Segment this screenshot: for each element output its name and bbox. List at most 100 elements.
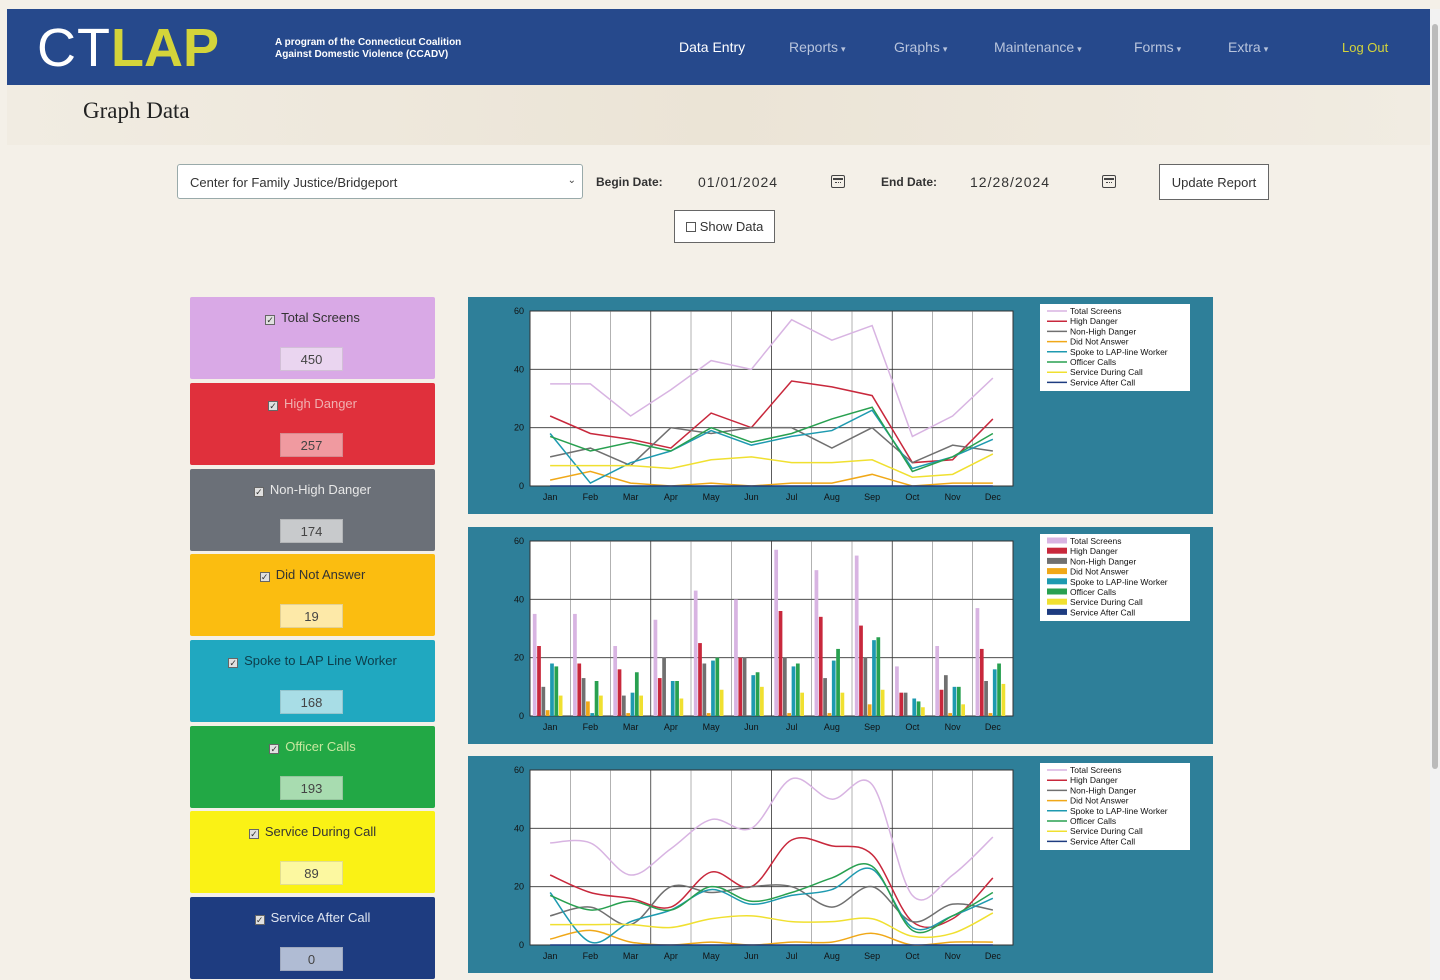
nav-reports[interactable]: Reports ▾ — [789, 39, 846, 55]
bar — [840, 692, 845, 716]
series-card-value: 89 — [280, 861, 343, 885]
series-card-label: Service During Call — [264, 824, 377, 839]
x-tick-label: Jun — [744, 722, 759, 732]
series-checkbox[interactable]: ✓ — [268, 401, 278, 411]
bar — [693, 590, 698, 716]
series-card-label: Total Screens — [281, 310, 360, 325]
bar — [613, 646, 618, 716]
show-data-checkbox[interactable] — [685, 221, 696, 232]
nav-graphs[interactable]: Graphs ▾ — [894, 39, 947, 55]
bar — [916, 701, 921, 716]
nav-extra[interactable]: Extra ▾ — [1228, 39, 1268, 55]
ctlap-logo[interactable]: CT LAP — [37, 21, 219, 75]
legend-label: Spoke to LAP-line Worker — [1070, 806, 1168, 816]
series-checkbox[interactable]: ✓ — [228, 658, 239, 668]
nav-data-entry[interactable]: Data Entry — [679, 39, 745, 55]
calendar-icon[interactable] — [831, 175, 845, 188]
legend-swatch — [1047, 537, 1067, 544]
x-tick-label: Oct — [905, 722, 920, 732]
bar — [831, 660, 836, 716]
bar — [921, 707, 925, 716]
series-card-title[interactable]: ✓ Did Not Answer — [190, 567, 435, 582]
series-checkbox[interactable]: ✓ — [265, 315, 276, 325]
legend-swatch — [1047, 588, 1067, 595]
y-tick-label: 40 — [514, 823, 524, 833]
series-card-label: Spoke to LAP Line Worker — [244, 653, 397, 668]
series-card-title[interactable]: ✓ Service During Call — [190, 824, 435, 839]
bar — [621, 695, 626, 716]
legend-swatch — [1047, 547, 1067, 554]
logo-tagline: A program of the Connecticut Coalition A… — [275, 37, 475, 61]
x-tick-label: Apr — [664, 951, 678, 961]
bar — [979, 648, 984, 716]
series-card: ✓ Service During Call 89 — [190, 811, 435, 893]
calendar-icon[interactable] — [1102, 175, 1116, 188]
bar — [863, 657, 868, 716]
series-checkbox[interactable]: ✓ — [253, 487, 264, 497]
bar — [670, 681, 675, 716]
bar — [912, 698, 917, 716]
series-card-value: 257 — [280, 433, 343, 457]
legend-label: Service After Call — [1070, 836, 1135, 846]
show-data-toggle[interactable]: Show Data — [674, 210, 775, 243]
bar — [715, 657, 720, 716]
x-tick-label: Oct — [905, 951, 920, 961]
series-card-title[interactable]: ✓ Officer Calls — [190, 739, 435, 754]
bar — [554, 666, 559, 716]
nav-forms[interactable]: Forms ▾ — [1134, 39, 1181, 55]
bar — [577, 663, 582, 716]
x-tick-label: Mar — [623, 951, 639, 961]
bar — [734, 599, 738, 716]
bar — [943, 675, 948, 716]
update-report-button[interactable]: Update Report — [1159, 164, 1269, 200]
bar — [956, 686, 961, 716]
series-card-title[interactable]: ✓ Spoke to LAP Line Worker — [190, 653, 435, 668]
series-checkbox[interactable]: ✓ — [248, 829, 259, 839]
series-checkbox[interactable]: ✓ — [269, 744, 280, 754]
legend-swatch — [1047, 578, 1067, 585]
series-card-value: 168 — [280, 690, 343, 714]
agency-select[interactable]: Center for Family Justice/Bridgeport ⌄ — [177, 164, 583, 199]
bar — [599, 695, 603, 716]
bar — [630, 692, 635, 716]
legend-label: Did Not Answer — [1070, 796, 1129, 806]
end-date-input[interactable]: 12/28/2024 — [970, 174, 1050, 190]
line-chart-panel: 0 20 40 60 Jan Feb Mar Apr May Jun Jul Aug Sep Oct Nov… — [468, 297, 1213, 514]
bar — [952, 686, 957, 716]
legend-label: High Danger — [1070, 775, 1118, 785]
legend-label: Service After Call — [1070, 607, 1135, 617]
begin-date-input[interactable]: 01/01/2024 — [698, 174, 778, 190]
tagline-line-2: Against Domestic Violence (CCADV) — [275, 49, 449, 60]
chevron-down-icon: ▾ — [942, 44, 948, 54]
x-tick-label: Sep — [864, 492, 880, 502]
bar — [675, 681, 679, 716]
series-card-title[interactable]: ✓ Non-High Danger — [190, 482, 435, 497]
series-card-title[interactable]: ✓ Total Screens — [190, 310, 435, 325]
x-tick-label: Dec — [985, 492, 1002, 502]
scrollbar-thumb[interactable] — [1432, 24, 1438, 769]
y-tick-label: 40 — [514, 594, 524, 604]
series-checkbox[interactable]: ✓ — [259, 572, 270, 582]
logout-link[interactable]: Log Out — [1342, 40, 1388, 55]
bar — [872, 640, 876, 716]
bar — [988, 713, 993, 716]
legend-swatch — [1047, 568, 1067, 575]
x-tick-label: Sep — [864, 722, 880, 732]
bar — [698, 643, 702, 716]
series-card-label: Did Not Answer — [275, 567, 366, 582]
x-tick-label: Feb — [583, 722, 599, 732]
bar — [545, 710, 550, 716]
page-scrollbar[interactable] — [1430, 9, 1440, 980]
series-checkbox[interactable]: ✓ — [254, 915, 265, 925]
y-tick-label: 20 — [514, 423, 524, 433]
series-card: ✓ High Danger 257 — [190, 383, 435, 465]
chevron-down-icon: ⌄ — [567, 175, 576, 186]
series-card-label: Service After Call — [270, 910, 371, 925]
series-card-title[interactable]: ✓ High Danger — [190, 396, 435, 411]
bar — [679, 698, 684, 716]
series-card-title[interactable]: ✓ Service After Call — [190, 910, 435, 925]
nav-maintenance[interactable]: Maintenance ▾ — [994, 39, 1082, 55]
x-tick-label: Mar — [623, 492, 639, 502]
bar — [814, 570, 819, 716]
bar — [751, 675, 756, 716]
